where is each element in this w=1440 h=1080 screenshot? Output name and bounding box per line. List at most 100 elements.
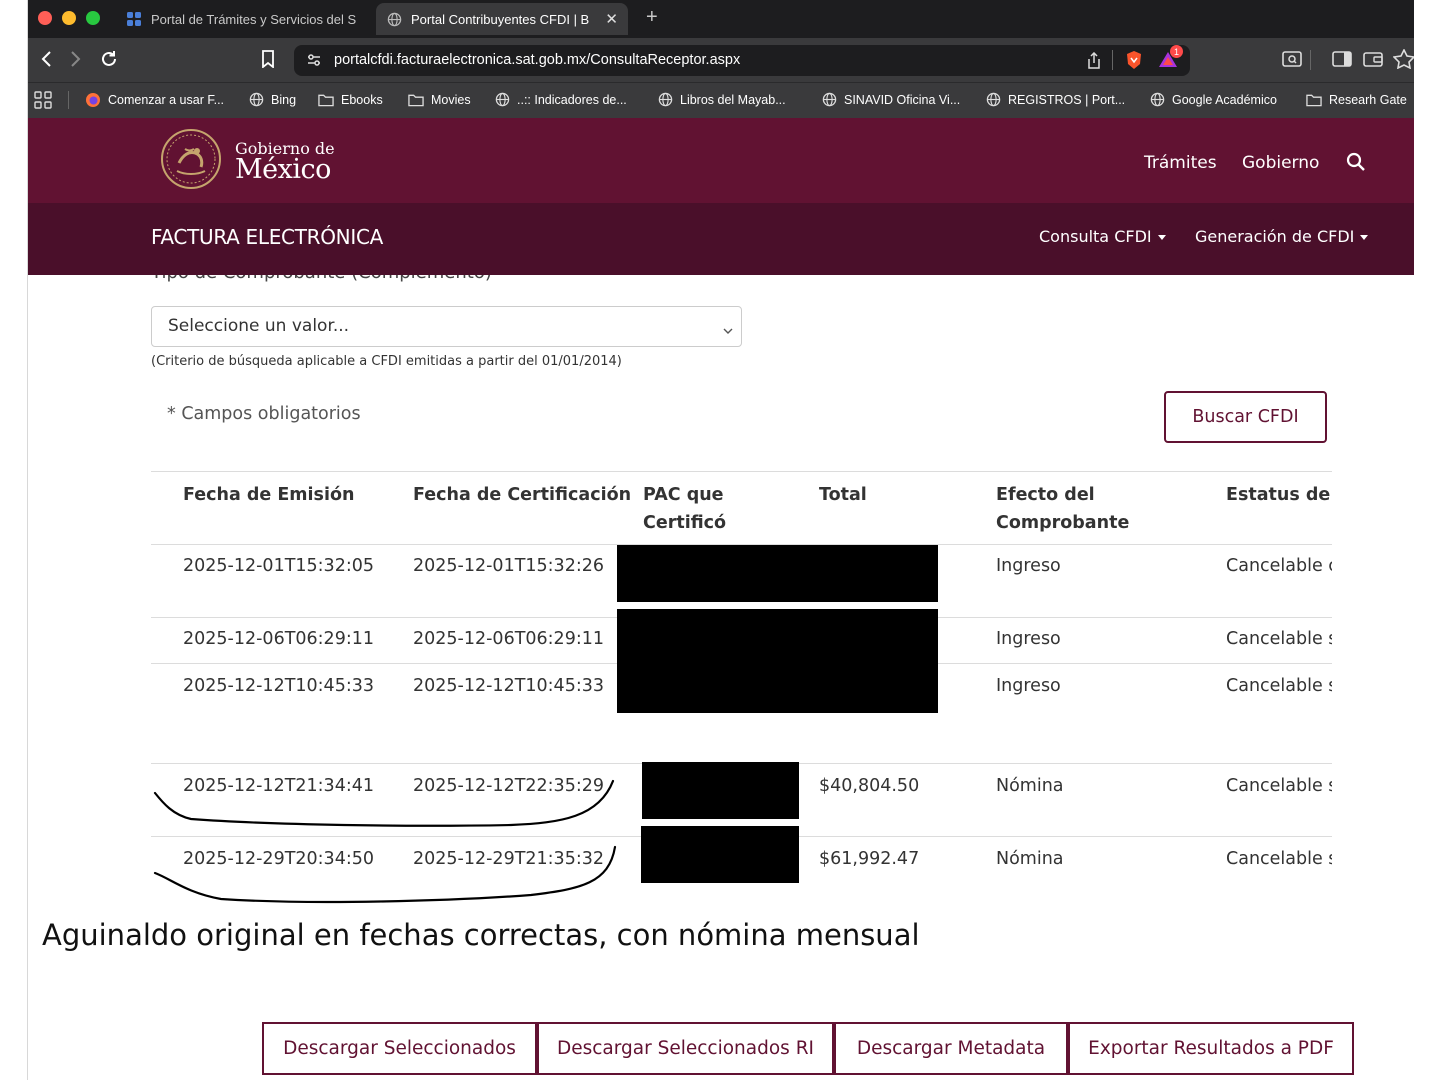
tab-bar: Portal de Trámites y Servicios del S Por… (28, 0, 1414, 38)
toolbar-separator (1310, 50, 1311, 70)
folder-icon (408, 92, 424, 108)
results-table: Fecha de Emisión Fecha de Certificación … (151, 471, 1332, 911)
brave-shield-icon[interactable] (1123, 49, 1145, 75)
cell-total: $61,992.47 (819, 849, 920, 869)
header-fecha-emision[interactable]: Fecha de Emisión (183, 481, 354, 509)
nav-tramites[interactable]: Trámites (1144, 153, 1217, 173)
redaction-box (642, 762, 799, 819)
tipo-comprobante-select[interactable]: Seleccione un valor... (151, 306, 742, 347)
desktop-edge (0, 0, 27, 1080)
cell-estatus: Cancelable s (1226, 629, 1332, 649)
bookmark-google-academico[interactable]: Google Académico (1149, 83, 1277, 116)
bookmark-label: Ebooks (341, 92, 383, 107)
bookmark-label: Libros del Mayab... (680, 92, 786, 107)
cell-certificacion: 2025-12-06T06:29:11 (413, 629, 604, 649)
reload-icon[interactable] (97, 47, 121, 71)
header-efecto[interactable]: Efecto del Comprobante (996, 481, 1129, 537)
reader-icon[interactable] (1280, 47, 1304, 71)
header-total[interactable]: Total (819, 481, 867, 509)
bookmarks-separator (68, 91, 69, 109)
close-window-button[interactable] (38, 11, 52, 25)
select-value: Seleccione un valor... (168, 316, 350, 336)
required-note: * Campos obligatorios (167, 404, 361, 424)
minimize-window-button[interactable] (62, 11, 76, 25)
bookmark-bing[interactable]: Bing (248, 83, 296, 116)
bookmark-indicadores[interactable]: ..:: Indicadores de... (494, 83, 627, 116)
cell-efecto: Ingreso (996, 676, 1061, 696)
header-fecha-certificacion[interactable]: Fecha de Certificación (413, 481, 631, 509)
cell-emision: 2025-12-12T10:45:33 (183, 676, 374, 696)
desktop-edge (1414, 0, 1440, 1080)
redaction-box (617, 545, 938, 602)
extensions-icon[interactable] (1392, 47, 1414, 71)
cell-estatus: Cancelable s (1226, 776, 1332, 796)
nav-gobierno[interactable]: Gobierno (1242, 153, 1319, 173)
cell-certificacion: 2025-12-01T15:32:26 (413, 556, 604, 576)
back-icon[interactable] (34, 47, 58, 71)
cell-efecto: Ingreso (996, 629, 1061, 649)
close-tab-icon[interactable]: ✕ (605, 10, 618, 28)
buscar-cfdi-button[interactable]: Buscar CFDI (1164, 391, 1327, 443)
exportar-pdf-button[interactable]: Exportar Resultados a PDF (1068, 1022, 1354, 1075)
cell-efecto: Ingreso (996, 556, 1061, 576)
descargar-seleccionados-button[interactable]: Descargar Seleccionados (262, 1022, 537, 1075)
menu-label: Generación de CFDI (1195, 227, 1355, 246)
screen: Portal de Trámites y Servicios del S Por… (0, 0, 1440, 1080)
tab-portal-cfdi[interactable]: Portal Contribuyentes CFDI | B ✕ (376, 3, 628, 35)
apps-grid-icon[interactable] (34, 83, 52, 116)
site-settings-icon[interactable] (306, 52, 322, 72)
table-top-border (151, 471, 1332, 472)
bookmark-registros[interactable]: REGISTROS | Port... (985, 83, 1125, 116)
redaction-box (617, 609, 938, 713)
cell-efecto: Nómina (996, 849, 1064, 869)
globe-icon (386, 11, 402, 27)
search-icon[interactable] (1346, 152, 1366, 172)
bookmark-movies[interactable]: Movies (408, 83, 471, 116)
bookmark-comenzar[interactable]: Comenzar a usar F... (85, 83, 224, 116)
handdrawn-underline (153, 779, 617, 904)
redaction-box (641, 826, 799, 883)
cell-efecto: Nómina (996, 776, 1064, 796)
maximize-window-button[interactable] (86, 11, 100, 25)
caret-down-icon (1157, 235, 1166, 240)
header-pac[interactable]: PAC que Certificó (643, 481, 726, 537)
sidebar-icon[interactable] (1330, 47, 1354, 71)
tab-title: Portal de Trámites y Servicios del S (151, 11, 356, 27)
cell-estatus: Cancelable s (1226, 676, 1332, 696)
cell-certificacion: 2025-12-12T10:45:33 (413, 676, 604, 696)
cell-estatus: Cancelable c (1226, 556, 1332, 576)
bookmark-researh-gate[interactable]: Researh Gate (1306, 83, 1407, 116)
descargar-metadata-button[interactable]: Descargar Metadata (834, 1022, 1068, 1075)
bookmark-ebooks[interactable]: Ebooks (318, 83, 383, 116)
forward-icon[interactable] (64, 47, 88, 71)
clipped-label-area: Tipo de Comprobante (Complemento) (28, 275, 1414, 295)
share-icon[interactable] (1086, 51, 1102, 74)
notification-badge: 1 (1170, 45, 1183, 58)
bookmark-sinavid[interactable]: SINAVID Oficina Vi... (821, 83, 960, 116)
menu-consulta-cfdi[interactable]: Consulta CFDI (1039, 227, 1166, 246)
chevron-down-icon (723, 321, 733, 334)
bookmark-label: Comenzar a usar F... (108, 92, 225, 107)
logo-line-2: México (235, 154, 331, 185)
bookmark-label: ..:: Indicadores de... (517, 92, 627, 107)
descargar-seleccionados-ri-button[interactable]: Descargar Seleccionados RI (537, 1022, 834, 1075)
mexico-seal-icon (159, 127, 223, 191)
folder-icon (1306, 92, 1322, 108)
cell-emision: 2025-12-06T06:29:11 (183, 629, 374, 649)
menu-generacion-cfdi[interactable]: Generación de CFDI (1195, 227, 1369, 246)
wallet-icon[interactable] (1361, 47, 1385, 71)
bookmark-label: Google Académico (1172, 92, 1277, 107)
tab-portal-tramites[interactable]: Portal de Trámites y Servicios del S (116, 3, 366, 35)
bookmark-icon[interactable] (256, 47, 280, 71)
globe-icon (1149, 92, 1165, 108)
cell-estatus: Cancelable s (1226, 849, 1332, 869)
header-estatus[interactable]: Estatus de c (1226, 481, 1332, 509)
brand-title[interactable]: FACTURA ELECTRÓNICA (151, 225, 383, 249)
bookmark-libros[interactable]: Libros del Mayab... (657, 83, 786, 116)
user-annotation: Aguinaldo original en fechas correctas, … (42, 918, 920, 952)
new-tab-button[interactable]: + (646, 6, 658, 29)
address-bar[interactable]: portalcfdi.facturaelectronica.sat.gob.mx… (294, 45, 1190, 76)
globe-icon (821, 92, 837, 108)
gobierno-header: Gobierno de México Trámites Gobierno (28, 118, 1414, 203)
tipo-comprobante-label: Tipo de Comprobante (Complemento) (151, 275, 492, 283)
